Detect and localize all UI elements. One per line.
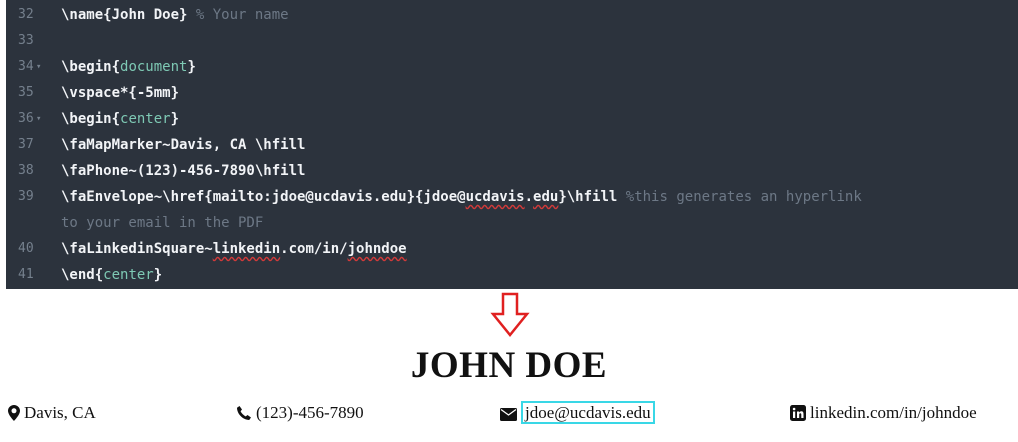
- line-number: 40: [18, 241, 34, 256]
- code-text: to your email in the PDF: [61, 210, 263, 236]
- code-text: \begin{center}: [61, 106, 179, 132]
- resume-name-heading: JOHN DOE: [410, 345, 608, 386]
- line-number: 32: [18, 7, 34, 22]
- editor-line[interactable]: 35 \vspace*{-5mm}: [6, 80, 1018, 106]
- phone-icon: [237, 406, 251, 420]
- code-token: {John Doe}: [103, 7, 196, 23]
- line-number: 38: [18, 163, 34, 178]
- code-text: \faEnvelope~\href{mailto:jdoe@ucdavis.ed…: [61, 184, 862, 210]
- phone-text: (123)-456-7890: [256, 403, 364, 422]
- code-token: johndoe: [347, 241, 407, 257]
- code-text: \faLinkedinSquare~linkedin.com/in/johndo…: [61, 236, 407, 262]
- phone-item: (123)-456-7890: [236, 400, 364, 426]
- envelope-icon: [500, 408, 517, 421]
- editor-line[interactable]: 34 ▾ \begin{document}: [6, 54, 1018, 80]
- code-token: \end{: [61, 267, 104, 283]
- code-text: \name{John Doe} % Your name: [61, 2, 289, 28]
- code-token: \faPhone~(123)-456-7890\hfill: [61, 163, 306, 179]
- code-token: %this generates an hyperlink: [625, 189, 862, 205]
- line-number: 33: [18, 33, 34, 48]
- code-text: \faMapMarker~Davis, CA \hfill: [61, 132, 305, 158]
- code-token: .com/in/: [280, 241, 348, 257]
- code-token: \vspace*{-5mm}: [61, 85, 180, 101]
- map-marker-icon: [8, 405, 20, 421]
- code-token: }: [153, 267, 163, 283]
- line-number: 34: [18, 59, 34, 74]
- code-token: }: [187, 59, 196, 75]
- editor-line[interactable]: 37 \faMapMarker~Davis, CA \hfill: [6, 132, 1018, 158]
- code-text: \vspace*{-5mm}: [61, 80, 179, 106]
- code-token: }\hfill: [558, 189, 626, 205]
- code-token: center: [103, 267, 154, 283]
- line-number: 35: [18, 85, 34, 100]
- code-token: center: [120, 111, 171, 127]
- linkedin-square-icon: [790, 405, 806, 421]
- code-editor[interactable]: 32 \name{John Doe} % Your name 33 34 ▾ \begin…: [6, 0, 1018, 289]
- code-text: \begin{document}: [61, 54, 196, 80]
- code-token: document: [120, 59, 188, 75]
- code-token: \faEnvelope~\href{mailto:jdoe@ucdavis.ed…: [61, 189, 466, 205]
- editor-line[interactable]: 36 ▾ \begin{center}: [6, 106, 1018, 132]
- editor-line[interactable]: 32 \name{John Doe} % Your name: [6, 2, 1018, 28]
- editor-line[interactable]: 40 \faLinkedinSquare~linkedin.com/in/john…: [6, 236, 1018, 262]
- line-number: 36: [18, 111, 34, 126]
- fold-toggle-icon[interactable]: ▾: [36, 54, 41, 80]
- code-token: % Your name: [195, 7, 289, 23]
- linkedin-item: linkedin.com/in/johndoe: [790, 400, 977, 426]
- code-token: \begin{: [61, 111, 121, 127]
- code-token: \faLinkedinSquare~: [61, 241, 213, 257]
- line-number: 39: [18, 189, 34, 204]
- code-token: .: [524, 189, 534, 205]
- code-token: \name: [61, 7, 104, 23]
- code-token: \faMapMarker~Davis, CA \hfill: [61, 137, 306, 153]
- email-link[interactable]: jdoe@ucdavis.edu: [521, 401, 655, 424]
- line-number: 41: [18, 267, 34, 282]
- fold-toggle-icon[interactable]: ▾: [36, 106, 41, 132]
- code-token: to your email in the PDF: [61, 215, 264, 231]
- line-number: 37: [18, 137, 34, 152]
- editor-line[interactable]: 38 \faPhone~(123)-456-7890\hfill: [6, 158, 1018, 184]
- code-token: \begin{: [61, 59, 121, 75]
- code-text: \end{center}: [61, 262, 162, 288]
- editor-line[interactable]: to your email in the PDF: [6, 210, 1018, 236]
- editor-line[interactable]: 39 \faEnvelope~\href{mailto:jdoe@ucdavis.…: [6, 184, 1018, 210]
- location-item: Davis, CA: [8, 400, 96, 426]
- code-token: linkedin: [212, 241, 281, 257]
- email-item: jdoe@ucdavis.edu: [500, 400, 655, 426]
- code-token: edu: [533, 189, 559, 205]
- location-text: Davis, CA: [24, 403, 96, 422]
- editor-line[interactable]: 33: [6, 28, 1018, 54]
- code-token: }: [170, 111, 180, 127]
- code-token: ucdavis: [465, 189, 525, 205]
- linkedin-text[interactable]: linkedin.com/in/johndoe: [810, 403, 977, 422]
- down-arrow-icon: [490, 292, 530, 337]
- code-text: \faPhone~(123)-456-7890\hfill: [61, 158, 305, 184]
- editor-line[interactable]: 41 \end{center}: [6, 262, 1018, 288]
- line-number: [6, 210, 50, 236]
